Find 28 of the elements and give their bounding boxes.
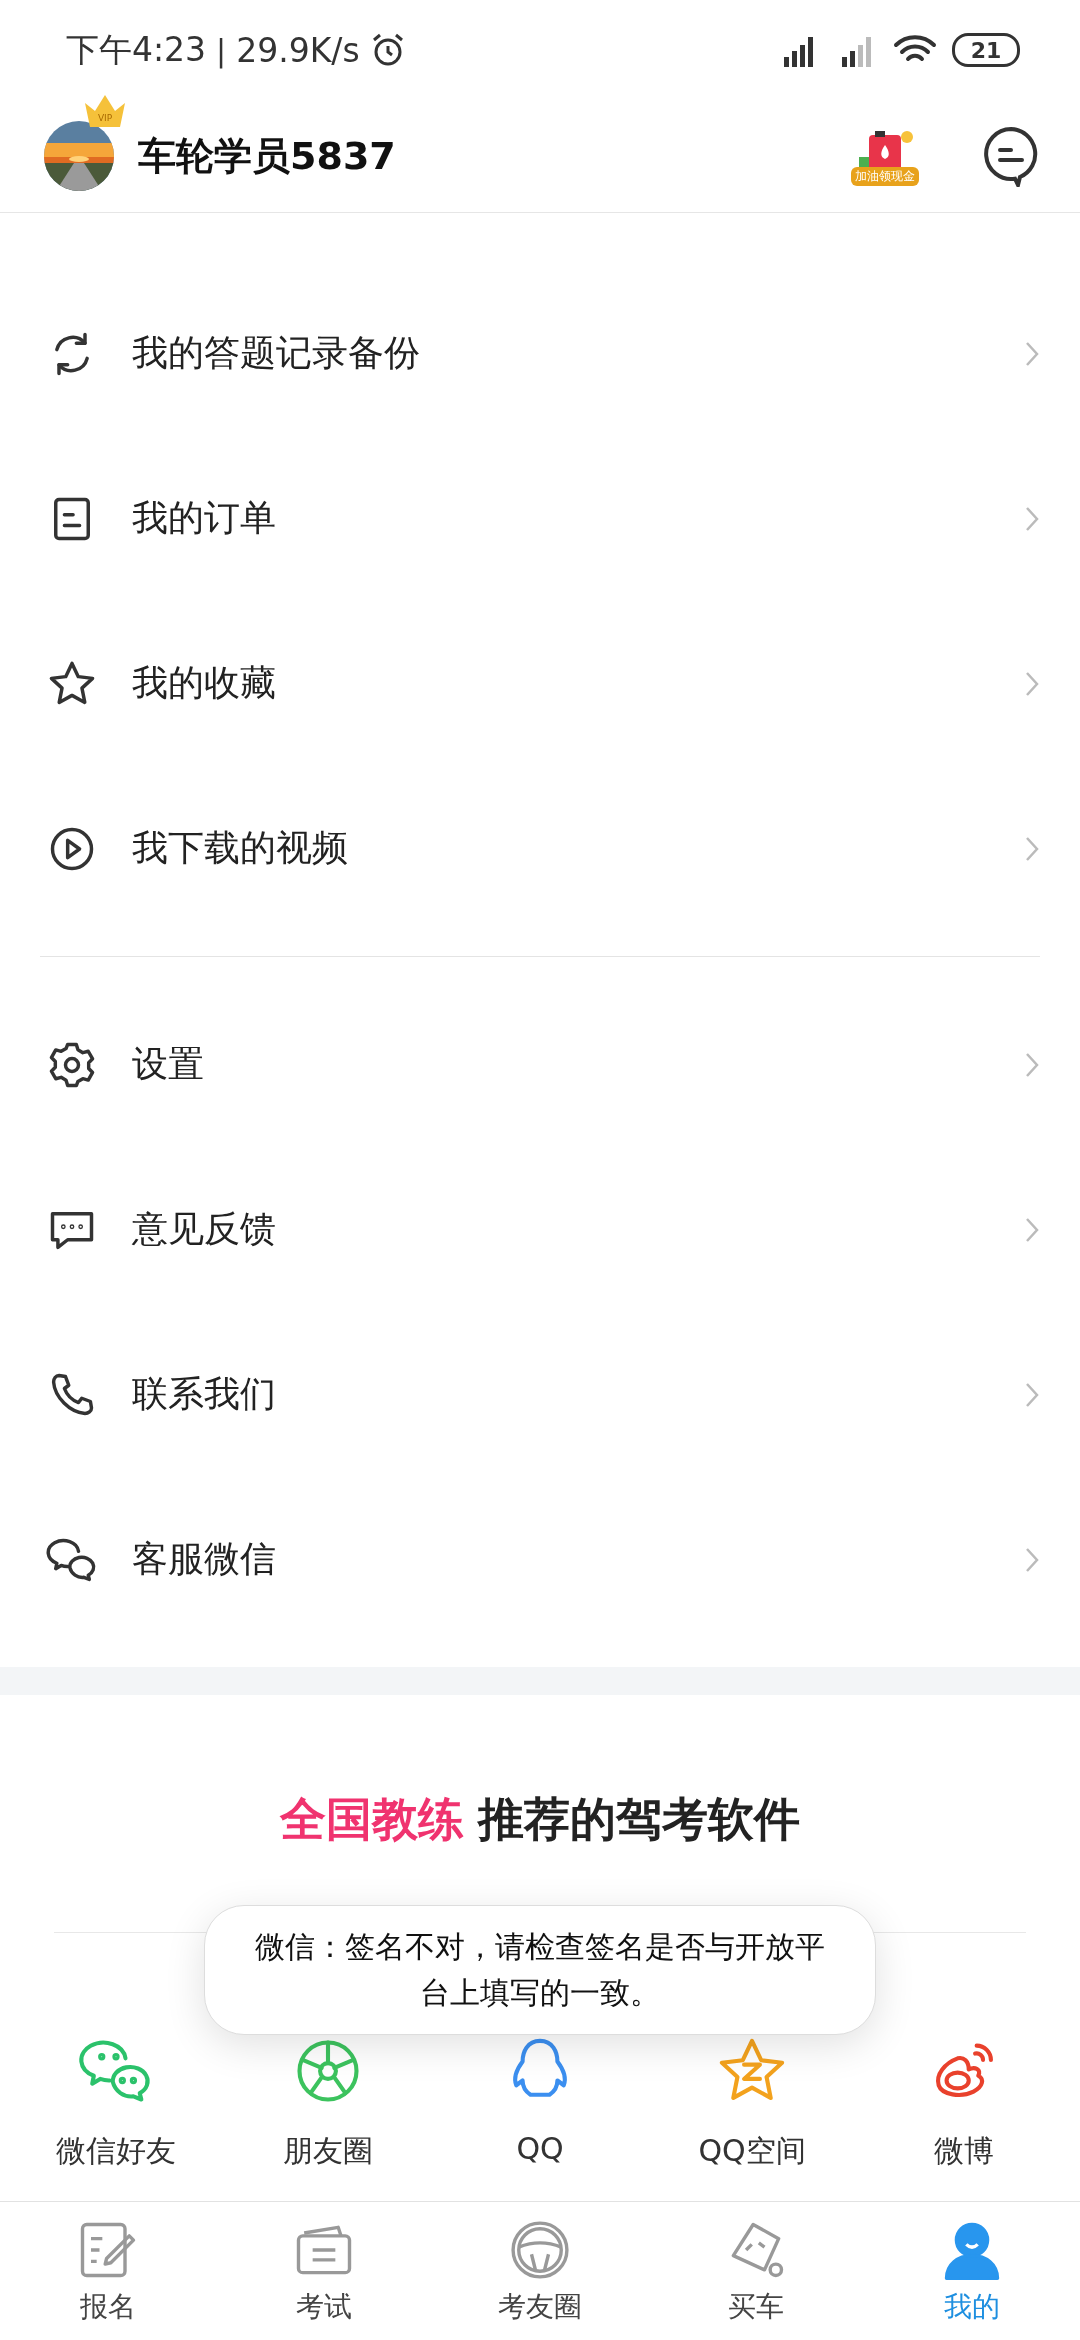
network-speed: 29.9K/s (236, 30, 360, 70)
message-icon[interactable] (982, 125, 1040, 187)
share-option[interactable]: QQ (516, 2131, 564, 2166)
slogan-text: 推荐的驾考软件 (478, 1791, 800, 1848)
share-option[interactable]: QQ空间 (698, 2131, 806, 2172)
menu-item[interactable]: 我的答题记录备份 (0, 271, 1080, 436)
tab[interactable]: 考试 (216, 2202, 432, 2340)
share-option[interactable]: 微信好友 (56, 2131, 176, 2172)
tab[interactable]: 报名 (0, 2202, 216, 2340)
share-option[interactable]: 朋友圈 (283, 2131, 373, 2172)
slogan-highlight: 全国教练 (280, 1791, 464, 1848)
tab[interactable]: 考友圈 (432, 2202, 648, 2340)
menu-item[interactable]: 我的订单 (0, 436, 1080, 601)
toast-message: 微信：签名不对，请检查签名是否与开放平台上填写的一致。 (204, 1905, 876, 2035)
promo-text: 加油领现金 (851, 166, 919, 186)
status-time: 下午4:23 (66, 28, 207, 71)
tab[interactable]: 买车 (648, 2202, 864, 2340)
menu-item[interactable]: 设置 (0, 982, 1080, 1147)
menu-item[interactable]: 我的收藏 (0, 601, 1080, 766)
status-separator: | (216, 32, 227, 68)
crown-icon: VIP (82, 93, 128, 129)
share-option[interactable]: 微博 (934, 2131, 994, 2172)
battery-level: 21 (952, 33, 1020, 67)
menu-item[interactable]: 联系我们 (0, 1312, 1080, 1477)
menu-item[interactable]: 客服微信 (0, 1477, 1080, 1642)
username: 车轮学员5837 (138, 132, 396, 180)
menu-item[interactable]: 我下载的视频 (0, 766, 1080, 931)
menu-item[interactable]: 意见反馈 (0, 1147, 1080, 1312)
